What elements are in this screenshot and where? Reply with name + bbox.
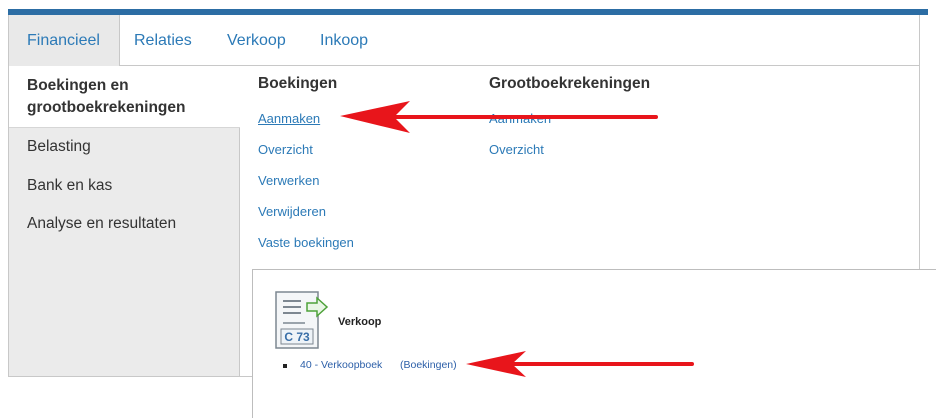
icon-code-label: C 73 <box>284 330 310 344</box>
verkoopboek-link[interactable]: 40 - Verkoopboek <box>300 359 382 371</box>
tab-relaties[interactable]: Relaties <box>134 15 192 66</box>
sidebar-item-boekingen-en-grootboekrekeningen[interactable]: Boekingen en grootboekrekeningen <box>9 66 240 128</box>
grootboekrekeningen-heading: Grootboekrekeningen <box>489 75 651 92</box>
tab-verkoop[interactable]: Verkoop <box>227 15 286 66</box>
sidebar-item-bank-en-kas[interactable]: Bank en kas <box>27 177 112 195</box>
list-bullet <box>283 364 287 368</box>
boekingen-verwijderen-link[interactable]: Verwijderen <box>258 204 326 219</box>
boekingen-sublink[interactable]: (Boekingen) <box>400 359 457 371</box>
overlay-title: Verkoop <box>338 316 382 328</box>
boekingen-heading: Boekingen <box>258 75 338 92</box>
boekingen-aanmaken-link[interactable]: Aanmaken <box>258 111 320 126</box>
sidebar-item-analyse-en-resultaten[interactable]: Analyse en resultaten <box>27 215 176 233</box>
boekingen-verwerken-link[interactable]: Verwerken <box>258 173 319 188</box>
tab-bar: Financieel Relaties Verkoop Inkoop <box>9 15 919 67</box>
grootboek-overzicht-link[interactable]: Overzicht <box>489 142 544 157</box>
tab-financieel[interactable]: Financieel <box>9 15 120 67</box>
boekingen-vaste-boekingen-link[interactable]: Vaste boekingen <box>258 235 354 250</box>
boekingen-overzicht-link[interactable]: Overzicht <box>258 142 313 157</box>
red-arrow-icon <box>340 101 658 133</box>
journal-document-icon: C 73 <box>275 291 329 349</box>
red-arrow-icon-2 <box>466 351 694 377</box>
sidebar-item-belasting[interactable]: Belasting <box>27 138 91 156</box>
sidebar: Boekingen en grootboekrekeningen Belasti… <box>9 66 240 376</box>
tab-inkoop[interactable]: Inkoop <box>320 15 368 66</box>
verkoop-overlay-panel: C 73 Verkoop 40 - Verkoopboek (Boekingen… <box>252 269 936 418</box>
